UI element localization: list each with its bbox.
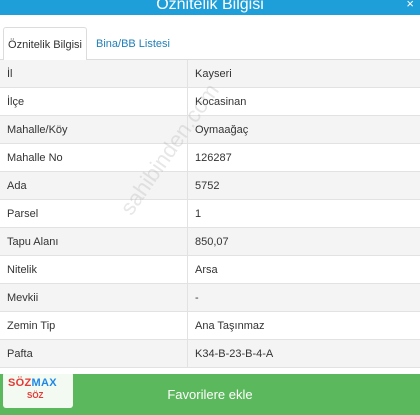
row-label: Zemin Tip — [7, 320, 56, 332]
row-value: - — [195, 292, 199, 304]
table-row: Pafta K34-B-23-B-4-A — [0, 340, 420, 368]
row-value: 1 — [195, 208, 202, 220]
row-value: 5752 — [195, 180, 220, 192]
row-label: İl — [7, 68, 13, 80]
tab-oznitelik-bilgisi[interactable]: Öznitelik Bilgisi — [3, 27, 87, 61]
row-value: 850,07 — [195, 236, 229, 248]
table-row: Nitelik Arsa — [0, 256, 420, 284]
row-label: Tapu Alanı — [7, 236, 59, 248]
table-row: Mahalle/Köy Oymaağaç — [0, 116, 420, 144]
row-label: İlçe — [7, 96, 25, 108]
row-value: Ana Taşınmaz — [195, 320, 265, 332]
row-label: Pafta — [7, 348, 33, 360]
table-row: Tapu Alanı 850,07 — [0, 228, 420, 256]
tab-bar: Öznitelik Bilgisi Bina/BB Listesi — [0, 15, 420, 61]
row-label: Mahalle/Köy — [7, 124, 68, 136]
table-row: İlçe Kocasinan — [0, 88, 420, 116]
table-row: Zemin Tip Ana Taşınmaz — [0, 312, 420, 340]
row-label: Parsel — [7, 208, 39, 220]
row-value: Kayseri — [195, 68, 232, 80]
row-value: Arsa — [195, 264, 218, 276]
dialog-header: Öznitelik Bilgisi × — [0, 0, 420, 15]
table-row: Parsel 1 — [0, 200, 420, 228]
logo: SÖZMAX SÖZ — [3, 372, 73, 408]
tab-bina-bb-listesi[interactable]: Bina/BB Listesi — [88, 27, 178, 61]
close-icon[interactable]: × — [406, 0, 414, 12]
table-row: Mevkii - — [0, 284, 420, 312]
row-label: Mevkii — [7, 292, 39, 304]
row-label: Mahalle No — [7, 152, 63, 164]
table-row: Mahalle No 126287 — [0, 144, 420, 172]
table-row: İl Kayseri — [0, 60, 420, 88]
row-value: Oymaağaç — [195, 124, 249, 136]
attribute-table: İl Kayseri İlçe Kocasinan Mahalle/Köy Oymaa… — [0, 60, 420, 368]
row-value: K34-B-23-B-4-A — [195, 348, 274, 360]
logo-sub-text: SÖZ — [27, 391, 44, 400]
row-value: Kocasinan — [195, 96, 247, 108]
row-label: Ada — [7, 180, 27, 192]
dialog-title: Öznitelik Bilgisi — [156, 0, 264, 13]
logo-main-text: SÖZMAX — [8, 377, 57, 389]
table-row: Ada 5752 — [0, 172, 420, 200]
row-label: Nitelik — [7, 264, 37, 276]
row-value: 126287 — [195, 152, 232, 164]
